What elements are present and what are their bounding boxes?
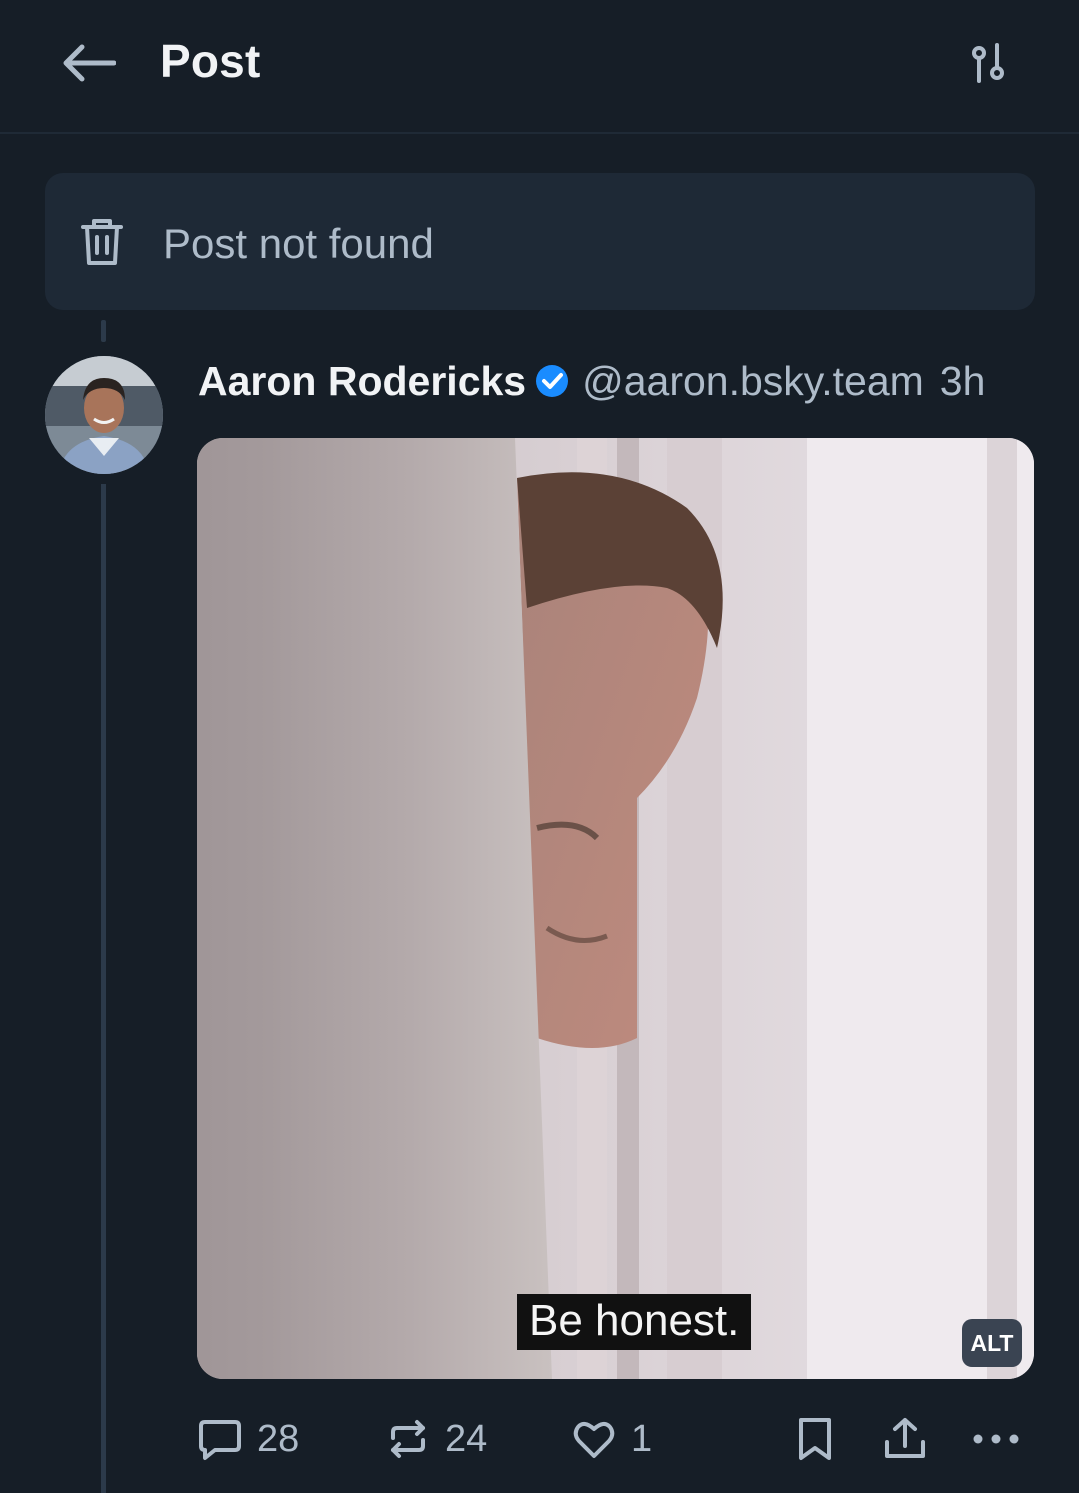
repost-icon: [391, 1420, 425, 1458]
post-meta: Aaron Rodericks @aaron.bsky.team 3h: [198, 356, 985, 406]
like-icon: [573, 1422, 615, 1458]
page-title: Post: [160, 35, 261, 87]
settings-sliders-icon: [972, 43, 1004, 83]
back-arrow-icon: [63, 44, 116, 82]
reply-button[interactable]: 28: [197, 1412, 299, 1466]
trash-icon: [81, 219, 123, 265]
repost-button[interactable]: 24: [385, 1412, 487, 1466]
share-icon: [885, 1418, 925, 1458]
image-content: [197, 438, 1034, 1379]
thread-settings-button[interactable]: [960, 38, 1018, 88]
alt-text-badge[interactable]: ALT: [962, 1319, 1022, 1367]
back-button[interactable]: [56, 38, 120, 88]
post-not-found-notice: Post not found: [45, 173, 1035, 310]
video-subtitle: Be honest.: [517, 1294, 752, 1350]
thread-line: [101, 484, 106, 1493]
verified-check-icon[interactable]: [534, 363, 570, 399]
post-time[interactable]: 3h: [940, 358, 986, 405]
bookmark-button[interactable]: [795, 1412, 835, 1466]
more-options-button[interactable]: [972, 1412, 1020, 1466]
reply-icon: [199, 1420, 241, 1460]
avatar[interactable]: [45, 356, 163, 474]
post-image[interactable]: Be honest. ALT: [197, 438, 1034, 1379]
bookmark-icon: [799, 1418, 831, 1460]
not-found-message: Post not found: [163, 220, 434, 267]
more-icon: [973, 1434, 1019, 1444]
share-button[interactable]: [882, 1412, 928, 1466]
thread-connector: [101, 320, 106, 342]
like-button[interactable]: 1: [571, 1412, 652, 1466]
top-bar: Post: [0, 0, 1079, 134]
like-count: 1: [631, 1417, 653, 1460]
reply-count: 28: [257, 1417, 300, 1460]
author-handle[interactable]: @aaron.bsky.team: [582, 358, 924, 405]
repost-count: 24: [445, 1417, 488, 1460]
author-name[interactable]: Aaron Rodericks: [198, 358, 526, 405]
